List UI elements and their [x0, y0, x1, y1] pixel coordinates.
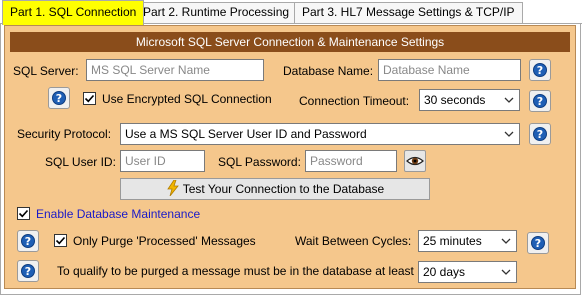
lightning-icon: [167, 179, 179, 197]
wait-between-cycles-help-button[interactable]: ?: [527, 232, 549, 254]
database-name-label: Database Name:: [283, 64, 374, 78]
tab-sql-connection[interactable]: Part 1. SQL Connection: [2, 0, 145, 25]
qualify-help-button[interactable]: ?: [17, 260, 39, 282]
database-name-help-button[interactable]: ?: [529, 59, 551, 81]
connection-timeout-help-button[interactable]: ?: [529, 90, 551, 112]
question-circle-icon: ?: [21, 234, 35, 248]
tab-hl7-message-settings[interactable]: Part 3. HL7 Message Settings & TCP/IP: [294, 2, 523, 23]
checkmark-icon: [18, 209, 29, 218]
qualify-days-select[interactable]: 20 days: [418, 261, 517, 283]
test-connection-button[interactable]: Test Your Connection to the Database: [120, 178, 430, 200]
chevron-down-icon: [501, 269, 511, 275]
test-connection-label: Test Your Connection to the Database: [182, 182, 385, 196]
enable-maintenance-label: Enable Database Maintenance: [36, 207, 201, 221]
question-circle-icon: ?: [531, 236, 545, 250]
security-protocol-select[interactable]: Use a MS SQL Server User ID and Password: [120, 123, 520, 145]
question-circle-icon: ?: [52, 91, 66, 105]
connection-timeout-select[interactable]: 30 seconds: [419, 89, 520, 111]
encrypted-help-button[interactable]: ?: [48, 87, 70, 109]
security-protocol-label: Security Protocol:: [17, 127, 112, 141]
qualify-label: To qualify to be purged a message must b…: [57, 264, 414, 278]
only-purge-processed-checkbox[interactable]: [54, 234, 67, 247]
show-password-button[interactable]: [404, 150, 426, 172]
password-input[interactable]: Password: [305, 150, 397, 172]
question-circle-icon: ?: [533, 63, 547, 77]
question-circle-icon: ?: [533, 127, 547, 141]
security-protocol-value: Use a MS SQL Server User ID and Password: [125, 127, 367, 141]
user-id-label: SQL User ID:: [45, 155, 116, 169]
security-protocol-help-button[interactable]: ?: [529, 123, 551, 145]
password-label: SQL Password:: [218, 155, 301, 169]
only-purge-processed-label: Only Purge 'Processed' Messages: [73, 234, 256, 248]
enable-maintenance-checkbox[interactable]: [17, 207, 30, 220]
tab-bar: Part 1. SQL Connection Part 2. Runtime P…: [0, 0, 582, 25]
section-header: Microsoft SQL Server Connection & Mainte…: [10, 32, 570, 52]
wait-between-cycles-select[interactable]: 25 minutes: [418, 230, 517, 252]
checkmark-icon: [55, 236, 66, 245]
eye-icon: [406, 156, 424, 166]
question-circle-icon: ?: [21, 264, 35, 278]
chevron-down-icon: [504, 97, 514, 103]
checkmark-icon: [84, 94, 95, 103]
chevron-down-icon: [501, 238, 511, 244]
tab-runtime-processing[interactable]: Part 2. Runtime Processing: [135, 2, 298, 23]
encrypted-checkbox[interactable]: [83, 92, 96, 105]
database-name-input[interactable]: Database Name: [378, 59, 521, 81]
sql-server-label: SQL Server:: [13, 64, 79, 78]
connection-timeout-value: 30 seconds: [424, 93, 486, 107]
wait-between-cycles-value: 25 minutes: [423, 234, 482, 248]
encrypted-label: Use Encrypted SQL Connection: [102, 92, 272, 106]
connection-timeout-label: Connection Timeout:: [299, 94, 410, 108]
sql-server-input[interactable]: MS SQL Server Name: [86, 59, 264, 81]
chevron-down-icon: [504, 131, 514, 137]
qualify-days-value: 20 days: [423, 265, 466, 279]
wait-between-cycles-label: Wait Between Cycles:: [295, 234, 412, 248]
question-circle-icon: ?: [533, 94, 547, 108]
user-id-input[interactable]: User ID: [120, 150, 205, 172]
purge-help-button[interactable]: ?: [17, 230, 39, 252]
